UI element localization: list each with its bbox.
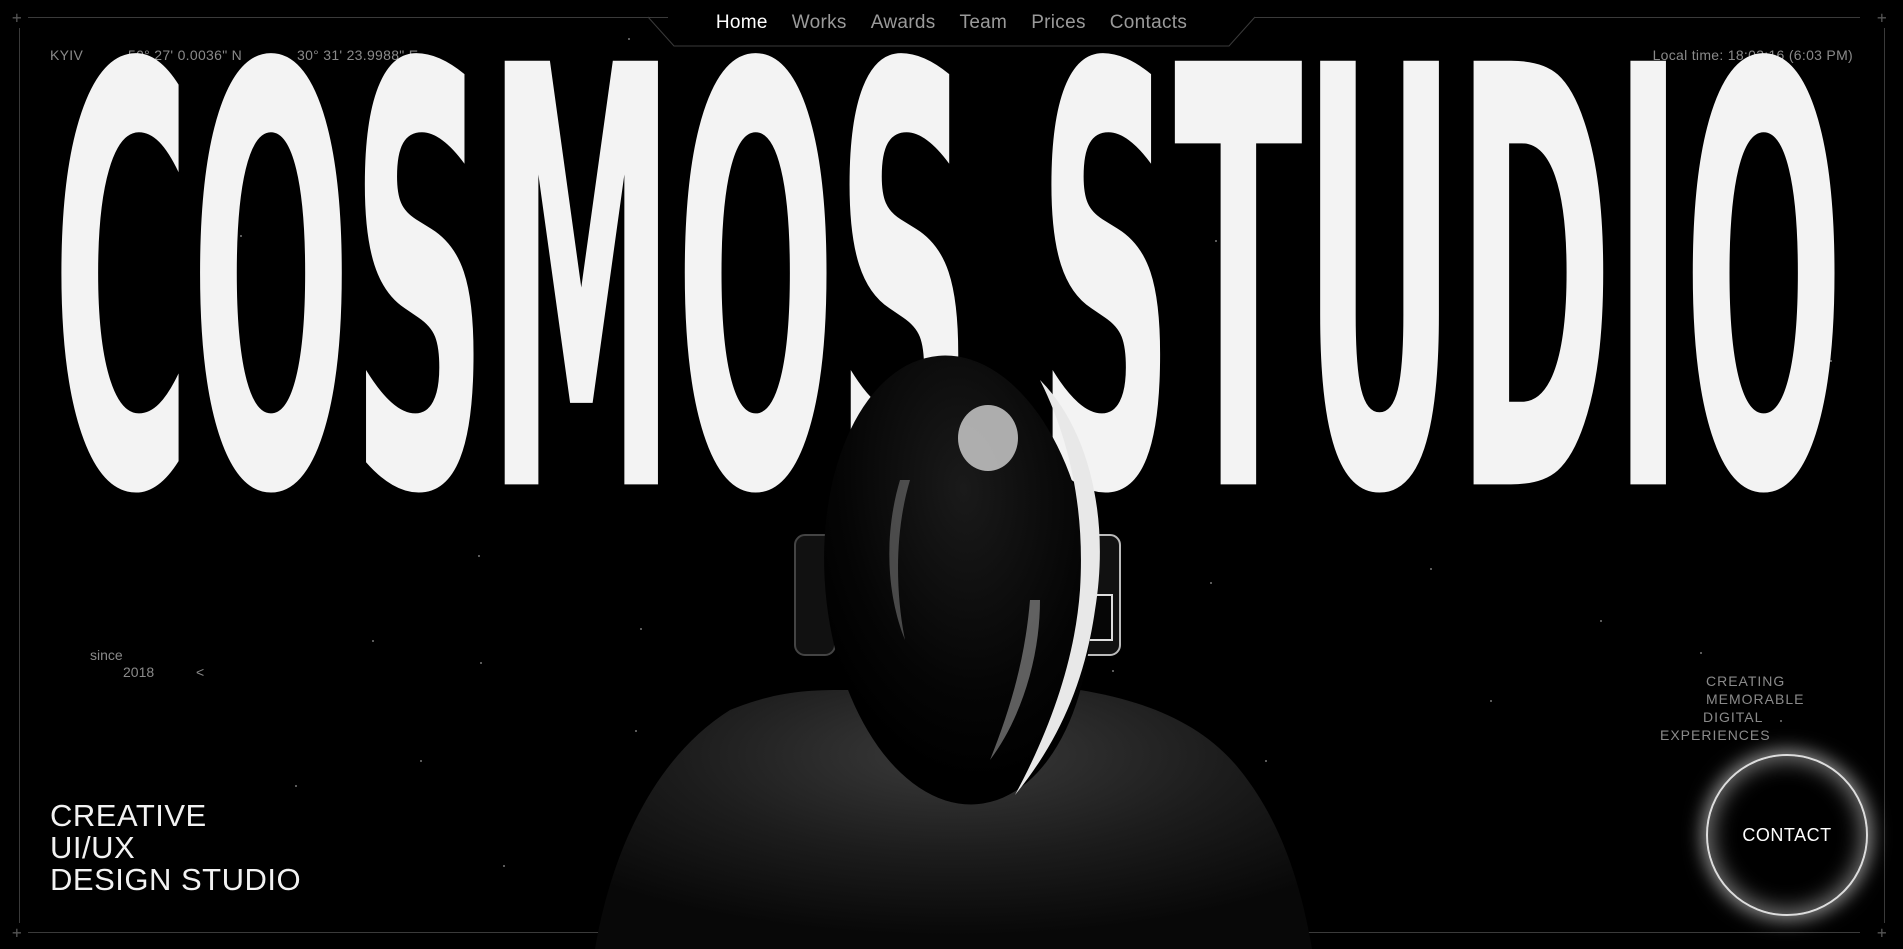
creating-line: DIGITAL: [1703, 709, 1764, 725]
nav-contacts[interactable]: Contacts: [1110, 12, 1187, 34]
since-label: since: [90, 647, 123, 663]
since-year: 2018: [123, 664, 155, 680]
nav-team[interactable]: Team: [960, 12, 1008, 34]
nav-works[interactable]: Works: [792, 12, 847, 34]
since-block: since 2018 <: [90, 647, 204, 681]
nav-awards[interactable]: Awards: [871, 12, 936, 34]
tagline-line: UI/UX: [50, 830, 136, 865]
main-nav: Home Works Awards Team Prices Contacts: [716, 12, 1187, 34]
tagline-line: DESIGN STUDIO: [50, 862, 302, 897]
chevron-left-icon[interactable]: <: [196, 664, 204, 681]
nav-prices[interactable]: Prices: [1031, 12, 1086, 34]
studio-tagline: CREATIVE UI/UX DESIGN STUDIO: [50, 800, 301, 896]
creating-line: CREATING: [1706, 673, 1786, 689]
contact-button[interactable]: CONTACT: [1706, 754, 1868, 916]
tagline-line: CREATIVE: [50, 798, 207, 833]
creating-experiences-text: CREATING MEMORABLE DIGITAL EXPERIENCES: [1660, 672, 1804, 744]
creating-line: MEMORABLE: [1706, 691, 1805, 707]
creating-line: EXPERIENCES: [1660, 727, 1771, 743]
nav-home[interactable]: Home: [716, 12, 768, 34]
contact-button-label: CONTACT: [1742, 824, 1832, 845]
